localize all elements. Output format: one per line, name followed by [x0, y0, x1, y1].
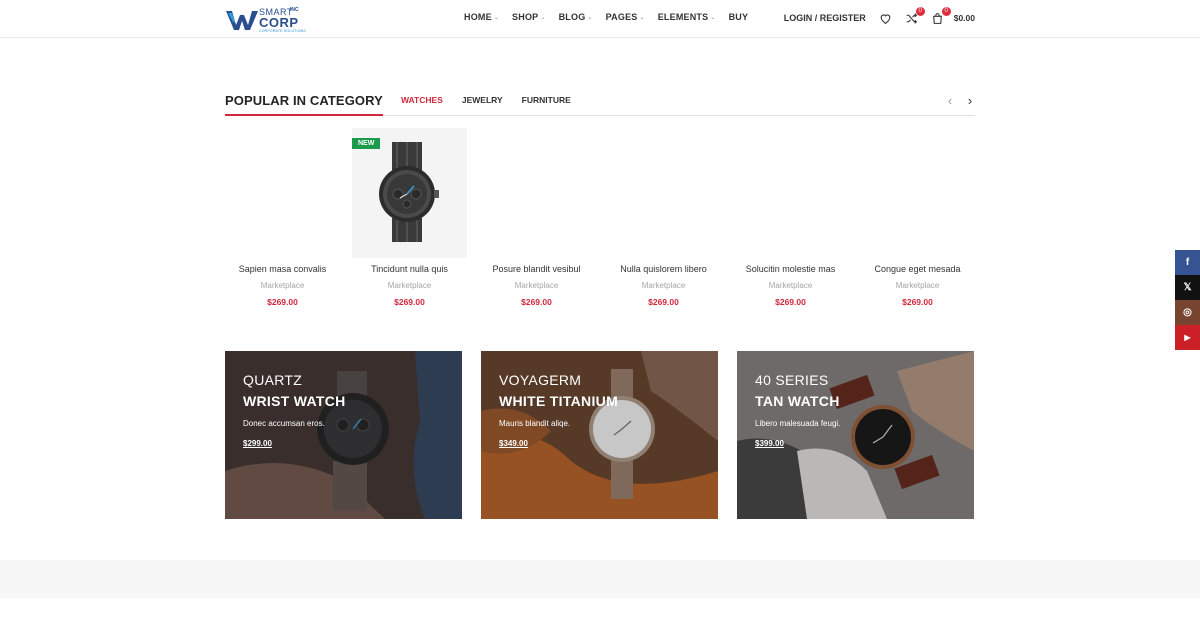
product-price: $269.00	[521, 297, 552, 307]
product-price: $269.00	[394, 297, 425, 307]
product-card[interactable]: Congue eget mesada Marketplace $269.00	[860, 128, 975, 313]
heart-icon	[880, 13, 891, 24]
product-category[interactable]: Marketplace	[479, 281, 594, 290]
nav-buy-label: BUY	[728, 12, 749, 22]
nav-elements-label: ELEMENTS	[657, 12, 709, 22]
promo-banner[interactable]: QUARTZ WRIST WATCH Donec accumsan eros. …	[225, 351, 462, 519]
product-image[interactable]: NEW	[352, 128, 467, 258]
banner-price[interactable]: $399.00	[755, 439, 784, 448]
chevron-down-icon: ⌄	[587, 14, 593, 21]
banner-subtitle: VOYAGERM	[499, 372, 582, 388]
product-card[interactable]: Posure blandit vesibul Marketplace $269.…	[479, 128, 606, 313]
carousel-arrows: ‹ ›	[945, 94, 975, 108]
chevron-down-icon: ⌄	[639, 14, 645, 21]
chevron-down-icon: ⌄	[493, 14, 500, 21]
product-category[interactable]: Marketplace	[733, 281, 848, 290]
category-tabs: WATCHES JEWELRY FURNITURE	[401, 95, 590, 105]
tab-jewelry[interactable]: JEWELRY	[462, 95, 503, 105]
product-image[interactable]	[225, 128, 340, 258]
x-icon[interactable]: 𝕏	[1175, 275, 1200, 300]
youtube-icon[interactable]: ▶	[1175, 325, 1200, 350]
instagram-icon[interactable]: ◎	[1175, 300, 1200, 325]
logo-tagline: CORPORATE SOLUTIONS	[259, 29, 306, 33]
product-category[interactable]: Marketplace	[225, 281, 340, 290]
product-name[interactable]: Congue eget mesada	[860, 264, 975, 274]
product-price: $269.00	[648, 297, 679, 307]
chevron-down-icon: ⌄	[540, 14, 546, 21]
product-name[interactable]: Tincidunt nulla quis	[352, 264, 467, 274]
nav-home-label: HOME	[464, 12, 492, 22]
nav-blog-label: BLOG	[558, 12, 586, 22]
nav-blog[interactable]: BLOG ⌄	[559, 12, 593, 22]
popular-category-header: POPULAR IN CATEGORY WATCHES JEWELRY FURN…	[225, 90, 975, 116]
banner-title: WRIST WATCH	[243, 393, 346, 409]
banner-title: WHITE TITANIUM	[499, 393, 619, 409]
product-carousel: Sapien masa convalis Marketplace $269.00	[225, 128, 975, 313]
cart-total[interactable]: $0.00	[954, 13, 975, 23]
footer-band	[0, 560, 1200, 598]
product-category[interactable]: Marketplace	[606, 281, 721, 290]
banner-price[interactable]: $349.00	[499, 439, 528, 448]
tab-furniture[interactable]: FURNITURE	[522, 95, 571, 105]
product-image[interactable]	[479, 128, 594, 258]
tab-watches[interactable]: WATCHES	[401, 95, 443, 105]
wishlist-button[interactable]	[878, 10, 894, 26]
facebook-icon[interactable]: f	[1175, 250, 1200, 275]
login-register-link[interactable]: LOGIN / REGISTER	[784, 13, 866, 23]
header-actions: LOGIN / REGISTER 0 0 $0.00	[784, 7, 975, 26]
nav-elements[interactable]: ELEMENTS ⌄	[658, 12, 716, 22]
product-card[interactable]: Nulla quislorem libero Marketplace $269.…	[606, 128, 733, 313]
chevron-left-icon[interactable]: ‹	[945, 94, 955, 108]
product-image[interactable]	[860, 128, 975, 258]
nav-buy[interactable]: BUY	[729, 12, 749, 22]
promo-banners: QUARTZ WRIST WATCH Donec accumsan eros. …	[225, 351, 975, 519]
banner-subtitle: QUARTZ	[243, 372, 303, 388]
chevron-down-icon: ⌄	[710, 14, 716, 21]
product-image[interactable]	[733, 128, 848, 258]
logo-super: INC	[290, 7, 299, 13]
social-sidebar: f 𝕏 ◎ ▶	[1175, 250, 1200, 350]
product-image[interactable]	[606, 128, 721, 258]
section-title: POPULAR IN CATEGORY	[225, 93, 383, 116]
product-price: $269.00	[775, 297, 806, 307]
logo-mark-icon	[226, 11, 258, 30]
product-card[interactable]: Solucitin molestie mas Marketplace $269.…	[733, 128, 860, 313]
main-nav: HOME ⌄ SHOP ⌄ BLOG ⌄ PAGES ⌄ ELEMENTS ⌄ BUY	[464, 12, 761, 22]
product-name[interactable]: Solucitin molestie mas	[733, 264, 848, 274]
new-badge: NEW	[352, 138, 381, 149]
banner-title: TAN WATCH	[755, 393, 840, 409]
site-header: SMART INC CORP CORPORATE SOLUTIONS HOME ⌄…	[0, 0, 1200, 38]
nav-pages-label: PAGES	[605, 12, 638, 22]
banner-price[interactable]: $299.00	[243, 439, 272, 448]
product-card[interactable]: NEW Tincidunt nulla quis Marketplace $26…	[352, 128, 479, 313]
banner-description: Libero malesuada feugi.	[755, 419, 841, 428]
cart-count-badge: 0	[941, 7, 951, 16]
product-card[interactable]: Sapien masa convalis Marketplace $269.00	[225, 128, 352, 313]
product-category[interactable]: Marketplace	[352, 281, 467, 290]
product-category[interactable]: Marketplace	[860, 281, 975, 290]
product-price: $269.00	[267, 297, 298, 307]
cart-button[interactable]: 0	[930, 7, 951, 26]
nav-shop[interactable]: SHOP ⌄	[512, 12, 546, 22]
compare-count-badge: 0	[915, 7, 925, 16]
product-name[interactable]: Sapien masa convalis	[225, 264, 340, 274]
product-name[interactable]: Nulla quislorem libero	[606, 264, 721, 274]
promo-banner[interactable]: 40 SERIES TAN WATCH Libero malesuada feu…	[737, 351, 974, 519]
nav-shop-label: SHOP	[512, 12, 539, 22]
banner-description: Donec accumsan eros.	[243, 419, 325, 428]
nav-pages[interactable]: PAGES ⌄	[606, 12, 645, 22]
logo-line2: CORP	[259, 15, 299, 30]
banner-description: Mauris blandit aliqe.	[499, 419, 571, 428]
chevron-right-icon[interactable]: ›	[965, 94, 975, 108]
compare-button[interactable]: 0	[904, 7, 925, 26]
product-name[interactable]: Posure blandit vesibul	[479, 264, 594, 274]
product-price: $269.00	[902, 297, 933, 307]
promo-banner[interactable]: VOYAGERM WHITE TITANIUM Mauris blandit a…	[481, 351, 718, 519]
nav-home[interactable]: HOME ⌄	[464, 12, 499, 22]
site-logo[interactable]: SMART INC CORP CORPORATE SOLUTIONS	[226, 5, 306, 33]
banner-subtitle: 40 SERIES	[755, 372, 829, 388]
